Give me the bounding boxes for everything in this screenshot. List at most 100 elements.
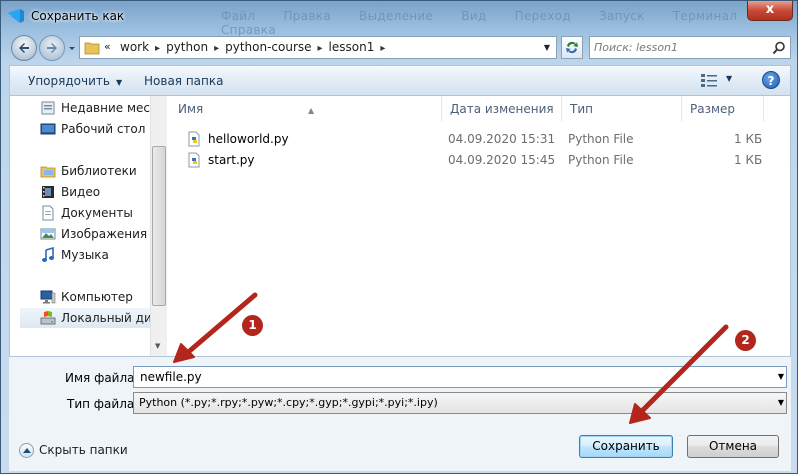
nav-item-recent-places[interactable]: Недавние места — [20, 98, 158, 118]
file-type: Python File — [568, 132, 634, 146]
forward-button[interactable] — [39, 35, 65, 61]
video-icon — [42, 186, 54, 198]
chevron-right-icon[interactable]: ▸ — [374, 43, 391, 54]
pictures-icon — [40, 228, 56, 240]
recent-places-icon — [41, 101, 55, 115]
column-header-label: Имя — [178, 102, 204, 116]
nav-label: Недавние места — [61, 101, 158, 115]
filetype-select[interactable]: Python (*.py;*.rpy;*.pyw;*.cpy;*.gyp;*.g… — [133, 392, 787, 414]
filetype-label: Тип файла: — [67, 397, 139, 411]
search-icon[interactable] — [772, 41, 786, 55]
nav-item-computer[interactable]: Компьютер — [20, 287, 158, 307]
browser-panes: Недавние места Рабочий стол Библиотеки В… — [9, 95, 791, 357]
column-header-type[interactable]: Тип — [562, 96, 682, 122]
scrollbar-thumb[interactable] — [152, 146, 166, 306]
nav-label: Рабочий стол — [61, 122, 146, 136]
file-date: 04.09.2020 15:45 — [448, 153, 556, 167]
recent-locations-dropdown-icon[interactable] — [67, 41, 77, 55]
documents-icon — [42, 205, 54, 221]
forward-arrow-icon — [47, 43, 57, 53]
computer-icon — [40, 290, 56, 304]
desktop-icon — [40, 123, 56, 135]
nav-item-local-disk[interactable]: Локальный диск — [20, 308, 158, 328]
chevron-down-icon[interactable]: ▼ — [778, 398, 784, 407]
hide-folders-toggle[interactable]: Скрыть папки — [19, 443, 128, 458]
collapse-icon — [19, 443, 34, 458]
filename-label: Имя файла: — [65, 371, 139, 385]
breadcrumb-work[interactable]: work — [120, 40, 149, 54]
refresh-icon — [566, 41, 578, 54]
chevron-down-icon: ▼ — [115, 78, 123, 87]
close-button[interactable]: x — [747, 1, 793, 21]
breadcrumb-python[interactable]: python — [166, 40, 208, 54]
nav-label: Локальный диск — [61, 311, 158, 325]
sort-ascending-icon: ▲ — [308, 106, 315, 115]
music-icon — [42, 247, 54, 262]
chevron-right-icon[interactable]: ▸ — [312, 43, 329, 54]
organize-label: Упорядочить — [28, 74, 110, 88]
save-as-dialog: Сохранить как Файл Правка Выделение Вид … — [0, 0, 798, 474]
file-size: 1 КБ — [734, 132, 763, 146]
column-header-date[interactable]: Дата изменения — [442, 96, 562, 122]
breadcrumb-python-course[interactable]: python-course — [225, 40, 311, 54]
annotation-badge-1: 1 — [242, 315, 263, 336]
chevron-right-icon[interactable]: ▸ — [208, 43, 225, 54]
file-date: 04.09.2020 15:31 — [448, 132, 556, 146]
chevron-down-icon[interactable]: ▼ — [778, 372, 784, 381]
address-dropdown-icon[interactable]: ▼ — [538, 37, 556, 58]
nav-item-video[interactable]: Видео — [20, 182, 158, 202]
scroll-down-icon[interactable]: ▼ — [155, 342, 160, 350]
chevron-right-icon[interactable]: ▸ — [149, 43, 166, 54]
cancel-button[interactable]: Отмена — [687, 435, 779, 458]
libraries-icon — [40, 166, 56, 178]
organize-menu[interactable]: Упорядочить ▼ — [28, 74, 122, 88]
nav-item-pictures[interactable]: Изображения — [20, 224, 158, 244]
background-menu-bar: Файл Правка Выделение Вид Переход Запуск… — [221, 9, 738, 37]
file-type: Python File — [568, 153, 634, 167]
nav-label: Изображения — [61, 227, 148, 241]
local-disk-icon — [40, 311, 56, 325]
nav-label: Компьютер — [61, 290, 133, 304]
folder-icon — [84, 42, 100, 55]
view-list-icon[interactable] — [700, 73, 718, 87]
title-bar: Сохранить как Файл Правка Выделение Вид … — [1, 1, 798, 37]
python-file-icon — [188, 152, 200, 168]
refresh-button[interactable] — [561, 36, 583, 59]
navigation-scrollbar[interactable]: ▼ — [150, 96, 167, 356]
nav-label: Библиотеки — [61, 164, 137, 178]
address-bar[interactable]: « work ▸ python ▸ python-course ▸ lesson1 ▸ ▼ — [79, 36, 557, 59]
command-toolbar: Упорядочить ▼ Новая папка ▼ ? — [9, 65, 791, 95]
nav-label: Видео — [61, 185, 101, 199]
breadcrumb-lesson1[interactable]: lesson1 — [329, 40, 375, 54]
file-name: helloworld.py — [208, 132, 289, 146]
nav-item-music[interactable]: Музыка — [20, 245, 158, 265]
filename-input[interactable] — [140, 369, 760, 385]
search-input[interactable] — [594, 39, 766, 56]
file-list: Имя ▲ Дата изменения Тип Размер helloworl… — [170, 96, 790, 356]
breadcrumb: work ▸ python ▸ python-course ▸ lesson1 ▸ — [120, 40, 391, 54]
back-arrow-icon — [19, 43, 29, 53]
nav-item-desktop[interactable]: Рабочий стол — [20, 119, 158, 139]
table-row[interactable]: helloworld.py 04.09.2020 15:31 Python Fi… — [186, 129, 766, 149]
python-file-icon — [188, 131, 200, 147]
breadcrumb-overflow[interactable]: « — [104, 40, 111, 53]
filename-field[interactable]: ▼ — [133, 366, 787, 388]
save-form: Имя файла: ▼ Тип файла: Python (*.py;*.r… — [9, 357, 791, 471]
view-dropdown-icon[interactable]: ▼ — [726, 74, 732, 83]
window-title: Сохранить как — [31, 9, 125, 23]
annotation-badge-2: 2 — [735, 330, 756, 351]
save-button[interactable]: Сохранить — [579, 435, 673, 458]
file-size: 1 КБ — [734, 153, 763, 167]
nav-item-documents[interactable]: Документы — [20, 203, 158, 223]
vscode-icon — [8, 9, 24, 23]
column-header-name[interactable]: Имя ▲ — [170, 96, 442, 122]
column-header-size[interactable]: Размер — [682, 96, 764, 122]
new-folder-button[interactable]: Новая папка — [144, 74, 223, 88]
table-row[interactable]: start.py 04.09.2020 15:45 Python File 1 … — [186, 150, 766, 170]
file-name: start.py — [208, 153, 255, 167]
back-button[interactable] — [11, 35, 37, 61]
nav-item-libraries[interactable]: Библиотеки — [20, 161, 158, 181]
help-icon[interactable]: ? — [762, 71, 780, 89]
search-box[interactable] — [589, 36, 791, 59]
navigation-pane: Недавние места Рабочий стол Библиотеки В… — [10, 96, 158, 356]
